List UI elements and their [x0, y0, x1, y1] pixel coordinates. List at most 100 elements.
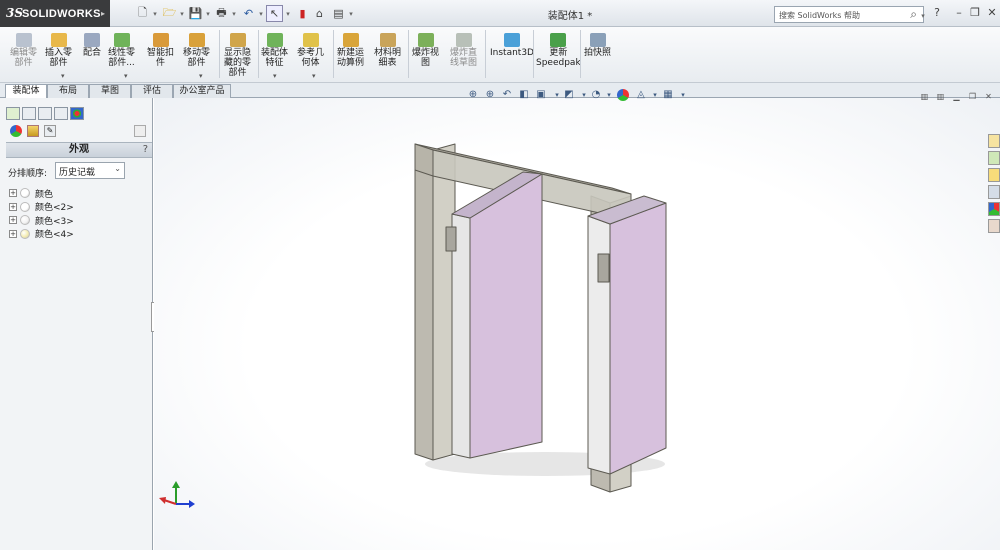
feature-tree-tab-icon[interactable] [6, 107, 20, 120]
search-icon[interactable]: ⌕ [910, 7, 917, 22]
assembly-feature-icon [266, 33, 283, 47]
scenes-icon[interactable]: ✎ [44, 125, 56, 137]
property-manager-tab-icon[interactable] [22, 107, 36, 120]
snapshot-icon [589, 33, 606, 47]
print-dropdown-icon[interactable]: ▾ [230, 5, 238, 22]
tab-sketch[interactable]: 草图 [89, 84, 131, 98]
ribbon-separator [258, 30, 259, 78]
restore-window-icon[interactable]: ❐ [966, 4, 984, 22]
ribbon-separator [485, 30, 486, 78]
ribbon-button-label: 编辑零 部件 [10, 48, 38, 68]
ribbon-button-14[interactable]: Instant3D [490, 33, 534, 58]
linear-pattern-dropdown-icon[interactable]: ▾ [124, 72, 128, 80]
expand-icon[interactable]: + [9, 229, 17, 238]
move-component-dropdown-icon[interactable]: ▾ [199, 72, 203, 80]
ribbon-separator [333, 30, 334, 78]
appearance-tab-icon[interactable] [70, 107, 84, 120]
appearance-tree-label: 颜色<3> [35, 216, 74, 227]
open-dropdown-icon[interactable]: ▾ [178, 5, 186, 22]
select-cursor-icon[interactable]: ↖ [266, 5, 283, 22]
tab-layout[interactable]: 布局 [47, 84, 89, 98]
ribbon-button-11[interactable]: 材料明 细表 [374, 33, 401, 68]
explode-line-sketch-icon [455, 33, 472, 47]
left-door-panel [469, 173, 543, 459]
coordinate-triad [159, 481, 195, 508]
rebuild-traffic-light-icon[interactable]: ▮ [294, 5, 311, 22]
menu-arrow-icon[interactable]: ▸ [101, 9, 105, 18]
z-axis-icon [163, 499, 177, 505]
panel-help-icon[interactable]: ? [143, 143, 148, 157]
undo-dropdown-icon[interactable]: ▾ [257, 5, 265, 22]
expand-icon[interactable]: + [9, 189, 17, 197]
ribbon-button-10[interactable]: 新建运 动算例 [337, 33, 364, 68]
options-dropdown-icon[interactable]: ▾ [347, 5, 355, 22]
ribbon-button-9[interactable]: 参考几 何体 [297, 33, 324, 68]
edit-component-icon [15, 33, 32, 47]
appearance-tree-item[interactable]: + 颜色<2> [9, 201, 74, 213]
chevron-down-icon: ⌄ [114, 164, 121, 173]
ribbon-button-16[interactable]: 拍快照 [584, 33, 611, 58]
color-swatch-icon [20, 215, 30, 225]
ribbon-button-4[interactable]: 线性零 部件... [108, 33, 135, 68]
appearance-header: 外观 ? [6, 142, 152, 158]
tab-evaluate[interactable]: 评估 [131, 84, 173, 98]
search-dropdown-icon[interactable]: ▾ [919, 7, 927, 24]
tab-assembly[interactable]: 装配体 [5, 84, 47, 99]
tab-office-products[interactable]: 办公室产品 [173, 84, 231, 98]
undo-icon[interactable]: ↶ [240, 5, 257, 22]
ribbon-button-12[interactable]: 爆炸视 图 [412, 33, 439, 68]
configuration-manager-tab-icon[interactable] [38, 107, 52, 120]
ribbon-button-label: 材料明 细表 [374, 48, 402, 68]
open-folder-icon[interactable]: 🗁 [161, 5, 178, 22]
appearance-tree-item[interactable]: + 颜色<4> [9, 228, 74, 240]
ribbon-button-6[interactable]: 移动零 部件 [183, 33, 210, 68]
door-frame-model[interactable] [154, 98, 1000, 550]
expand-icon[interactable]: + [9, 202, 17, 211]
ribbon-button-3[interactable]: 配合 [83, 33, 101, 58]
new-dropdown-icon[interactable]: ▾ [151, 5, 159, 22]
ribbon-button-7[interactable]: 显示隐 藏的零 部件 [224, 33, 251, 78]
sort-order-select[interactable]: 历史记载 ⌄ [55, 162, 125, 179]
color-swatch-icon [20, 201, 30, 212]
appearance-title: 外观 [69, 144, 89, 155]
right-door-panel [609, 202, 667, 475]
save-dropdown-icon[interactable]: ▾ [204, 5, 212, 22]
assembly-feature-dropdown-icon[interactable]: ▾ [273, 72, 277, 80]
help-icon[interactable]: ? [928, 4, 946, 22]
ribbon-button-1[interactable]: 编辑零 部件 [10, 33, 37, 68]
reference-geometry-dropdown-icon[interactable]: ▾ [312, 72, 316, 80]
select-dropdown-icon[interactable]: ▾ [284, 5, 292, 22]
appearance-tree-item[interactable]: + 颜色 [9, 187, 53, 200]
decals-icon[interactable] [27, 125, 39, 137]
search-help-input[interactable]: 搜索 SolidWorks 帮助 ⌕ [774, 6, 924, 23]
ribbon-button-5[interactable]: 智能扣 件 [147, 33, 174, 68]
top-beam-left-end [414, 143, 434, 177]
appearances-icon[interactable] [10, 125, 22, 137]
solidworks-logo[interactable]: 3S SOLIDWORKS ▸ [0, 0, 110, 27]
ribbon-button-label: 线性零 部件... [108, 48, 136, 68]
new-document-icon[interactable]: 🗋 [134, 5, 151, 22]
exploded-view-icon [417, 33, 434, 47]
expand-icon[interactable]: + [9, 216, 17, 224]
print-icon[interactable]: 🖶 [213, 5, 230, 22]
ribbon-button-label: 新建运 动算例 [337, 48, 365, 68]
ribbon-button-label: 更新 Speedpak [536, 48, 581, 68]
appearance-tree-item[interactable]: + 颜色<3> [9, 214, 74, 227]
ribbon-button-label: 移动零 部件 [183, 48, 211, 68]
panel-options-icon[interactable] [134, 125, 146, 137]
dim-xpert-tab-icon[interactable] [54, 107, 68, 120]
ribbon-button-8[interactable]: 装配体 特征 [261, 33, 288, 68]
ribbon-separator [533, 30, 534, 78]
close-window-icon[interactable]: ✕ [983, 4, 1000, 22]
ribbon-button-15[interactable]: 更新 Speedpak [536, 33, 581, 68]
options-icon[interactable]: ▤ [330, 5, 347, 22]
insert-component-dropdown-icon[interactable]: ▾ [61, 72, 65, 80]
save-icon[interactable]: 💾 [187, 5, 204, 22]
ribbon-button-label: 爆炸直 线草图 [450, 48, 478, 68]
left-door-handle [445, 226, 457, 252]
ribbon-button-13[interactable]: 爆炸直 线草图 [450, 33, 477, 68]
ribbon-button-2[interactable]: 插入零 部件 [45, 33, 72, 68]
appearance-tree-label: 颜色<4> [35, 230, 74, 240]
ribbon-button-label: Instant3D [490, 48, 534, 58]
file-properties-icon[interactable]: ⌂ [311, 5, 328, 22]
